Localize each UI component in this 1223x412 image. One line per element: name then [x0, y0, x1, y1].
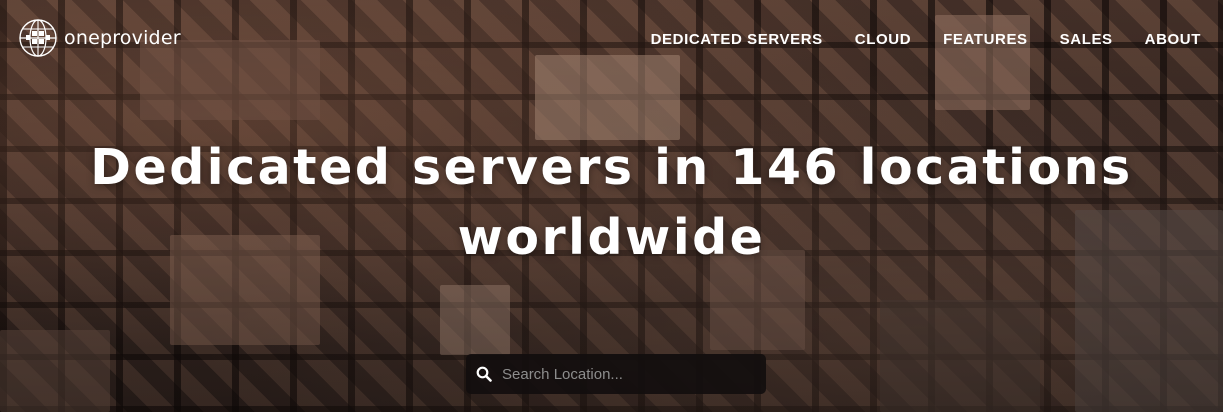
nav-cloud[interactable]: CLOUD [855, 31, 911, 48]
hero-headline: Dedicated servers in 146 locations world… [0, 133, 1223, 273]
headline-line-2: worldwide [457, 209, 766, 266]
headline-line-1: Dedicated servers in 146 locations [90, 139, 1133, 196]
nav-about[interactable]: ABOUT [1145, 31, 1201, 48]
nav-features[interactable]: FEATURES [943, 31, 1028, 48]
brand-logo[interactable]: oneprovider [18, 18, 181, 58]
nav-dedicated-servers[interactable]: DEDICATED SERVERS [651, 31, 823, 48]
hero-section: oneprovider DEDICATED SERVERS CLOUD FEAT… [0, 0, 1223, 412]
nav-sales[interactable]: SALES [1060, 31, 1113, 48]
globe-icon [18, 18, 58, 58]
location-search-input[interactable] [502, 365, 742, 383]
location-search-box[interactable] [466, 354, 766, 394]
brand-name: oneprovider [64, 27, 181, 49]
main-nav: DEDICATED SERVERS CLOUD FEATURES SALES A… [651, 31, 1201, 48]
search-icon[interactable] [475, 365, 493, 383]
